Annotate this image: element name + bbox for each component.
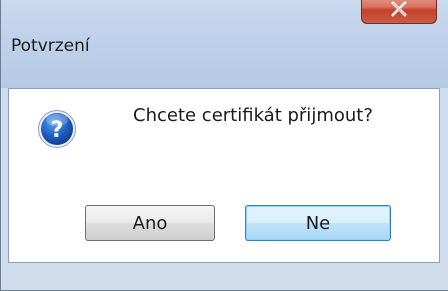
dialog-body: ? Chcete certifikát přijmout? Ano Ne — [8, 88, 440, 263]
question-icon: ? — [38, 110, 76, 148]
close-icon — [391, 1, 407, 16]
dialog-title: Potvrzení — [11, 36, 90, 56]
close-button[interactable] — [361, 0, 437, 24]
confirmation-dialog: Potvrzení ? Chcete certifikát přijmout? — [0, 0, 448, 291]
title-bar[interactable]: Potvrzení — [1, 0, 448, 88]
no-button[interactable]: Ne — [245, 205, 391, 241]
yes-button[interactable]: Ano — [85, 205, 215, 241]
dialog-message: Chcete certifikát přijmout? — [133, 105, 373, 126]
svg-text:?: ? — [51, 118, 64, 143]
